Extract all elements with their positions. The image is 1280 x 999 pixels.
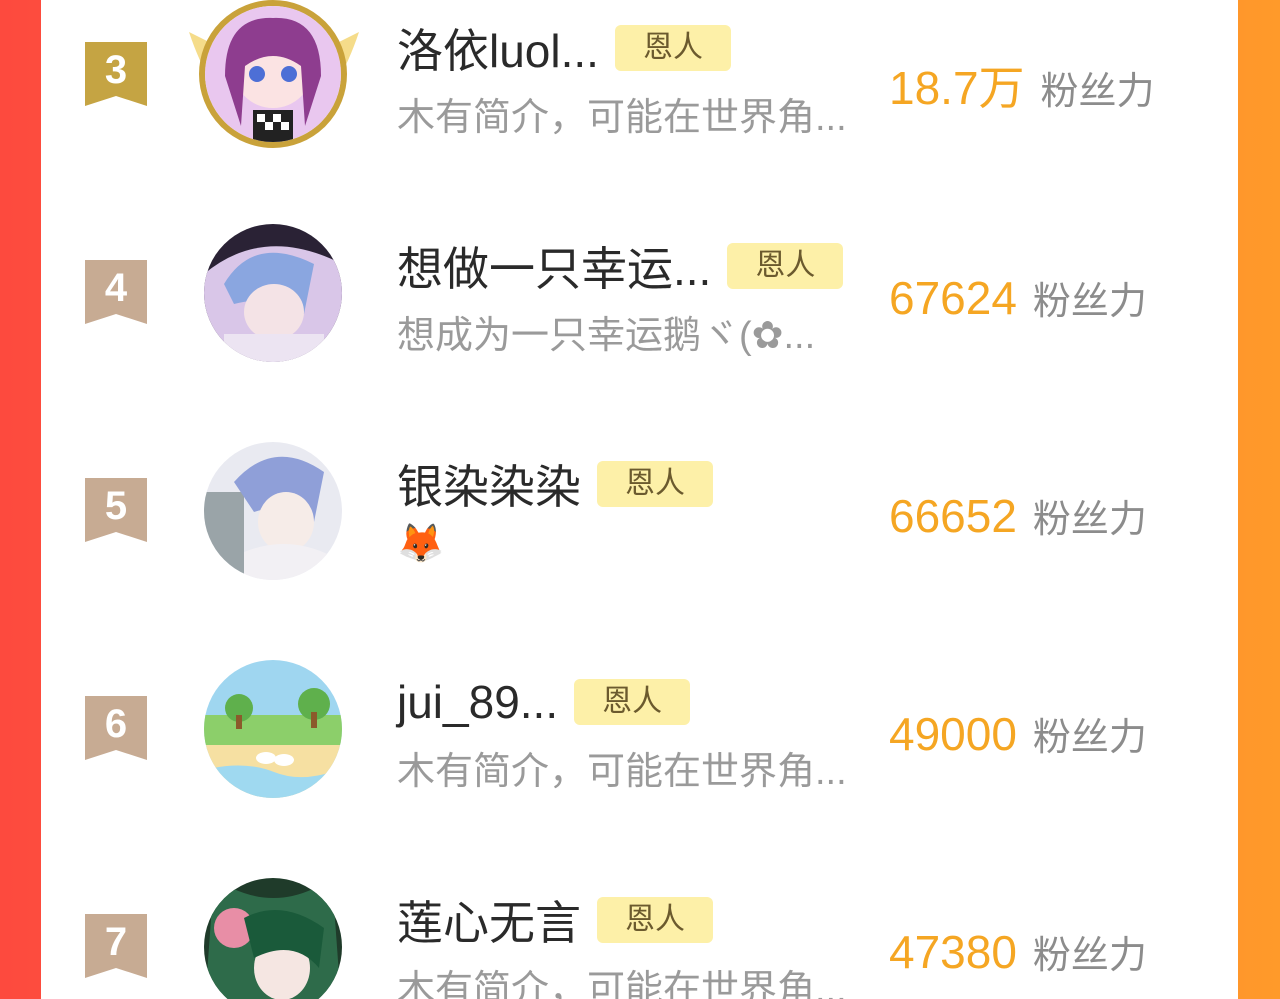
ranking-row[interactable]: 6 jui_89... 恩人 木有简介，可能在世界角... 49000 粉丝力 — [41, 636, 1238, 826]
user-name[interactable]: 银染染染 — [397, 451, 581, 517]
rank-badge: 4 — [85, 260, 147, 324]
user-description: 木有简介，可能在世界角... — [397, 97, 847, 139]
fans-stat: 66652 粉丝力 — [889, 488, 1147, 548]
relationship-tag: 恩人 — [614, 25, 731, 71]
rank-badge: 7 — [85, 914, 147, 978]
ranking-row[interactable]: 4 想做一只幸运... 恩人 想成为一只幸运鹅ヾ(✿... 67624 粉丝力 — [41, 200, 1238, 390]
rank-number: 5 — [104, 484, 128, 528]
fans-stat: 49000 粉丝力 — [889, 706, 1147, 766]
relationship-tag: 恩人 — [597, 461, 713, 507]
user-description: 木有简介，可能在世界角... — [397, 751, 847, 793]
name-line: jui_89... 恩人 — [397, 674, 691, 730]
user-avatar[interactable] — [204, 442, 342, 580]
user-avatar[interactable] — [199, 0, 347, 148]
relationship-tag: 恩人 — [574, 679, 691, 725]
fans-label: 粉丝力 — [1032, 281, 1147, 323]
fans-label: 粉丝力 — [1032, 935, 1147, 977]
fans-label: 粉丝力 — [1040, 71, 1155, 113]
user-description: 想成为一只幸运鹅ヾ(✿... — [397, 315, 816, 357]
name-line: 洛依luol... 恩人 — [397, 20, 731, 77]
fans-value: 47380 — [889, 926, 1017, 978]
ranking-row[interactable]: 7 莲心无言 恩人 木有简介，可能在世界角... 47380 粉丝力 — [41, 854, 1238, 999]
rank-badge: 5 — [85, 478, 147, 542]
user-name[interactable]: 洛依luol... — [397, 15, 599, 81]
fans-label: 粉丝力 — [1032, 499, 1147, 541]
ranking-row[interactable]: 3 洛依luol... 恩人 木有简介，可能在世界角... 18.7万 粉丝力 — [41, 0, 1238, 172]
fans-stat: 18.7万 粉丝力 — [889, 52, 1155, 114]
fans-value: 49000 — [889, 708, 1017, 760]
user-avatar[interactable] — [204, 660, 342, 798]
rank-badge: 3 — [85, 42, 147, 106]
rank-badge: 6 — [85, 696, 147, 760]
fans-stat: 67624 粉丝力 — [889, 270, 1147, 330]
fan-ranking-panel: 3 洛依luol... 恩人 木有简介，可能在世界角... 18.7万 粉丝力 … — [41, 0, 1238, 999]
name-line: 莲心无言 恩人 — [397, 892, 713, 949]
user-name[interactable]: jui_89... — [397, 675, 558, 729]
user-name[interactable]: 想做一只幸运... — [397, 233, 711, 299]
user-name[interactable]: 莲心无言 — [397, 887, 581, 953]
fans-value: 67624 — [889, 272, 1017, 324]
ranking-row[interactable]: 5 银染染染 恩人 🦊 66652 粉丝力 — [41, 418, 1238, 608]
name-line: 想做一只幸运... 恩人 — [397, 238, 844, 295]
rank-number: 3 — [104, 48, 128, 92]
relationship-tag: 恩人 — [727, 243, 844, 289]
user-description: 🦊 — [397, 523, 445, 565]
rank-number: 4 — [104, 266, 128, 310]
fans-stat: 47380 粉丝力 — [889, 924, 1147, 984]
fans-value: 66652 — [889, 490, 1017, 542]
user-avatar[interactable] — [204, 224, 342, 362]
user-description: 木有简介，可能在世界角... — [397, 969, 847, 999]
user-avatar[interactable] — [204, 878, 342, 999]
rank-number: 7 — [104, 920, 128, 964]
fans-label: 粉丝力 — [1032, 717, 1147, 759]
relationship-tag: 恩人 — [597, 897, 713, 943]
rank-number: 6 — [104, 702, 128, 746]
name-line: 银染染染 恩人 — [397, 456, 713, 513]
fans-value: 18.7万 — [889, 62, 1025, 114]
